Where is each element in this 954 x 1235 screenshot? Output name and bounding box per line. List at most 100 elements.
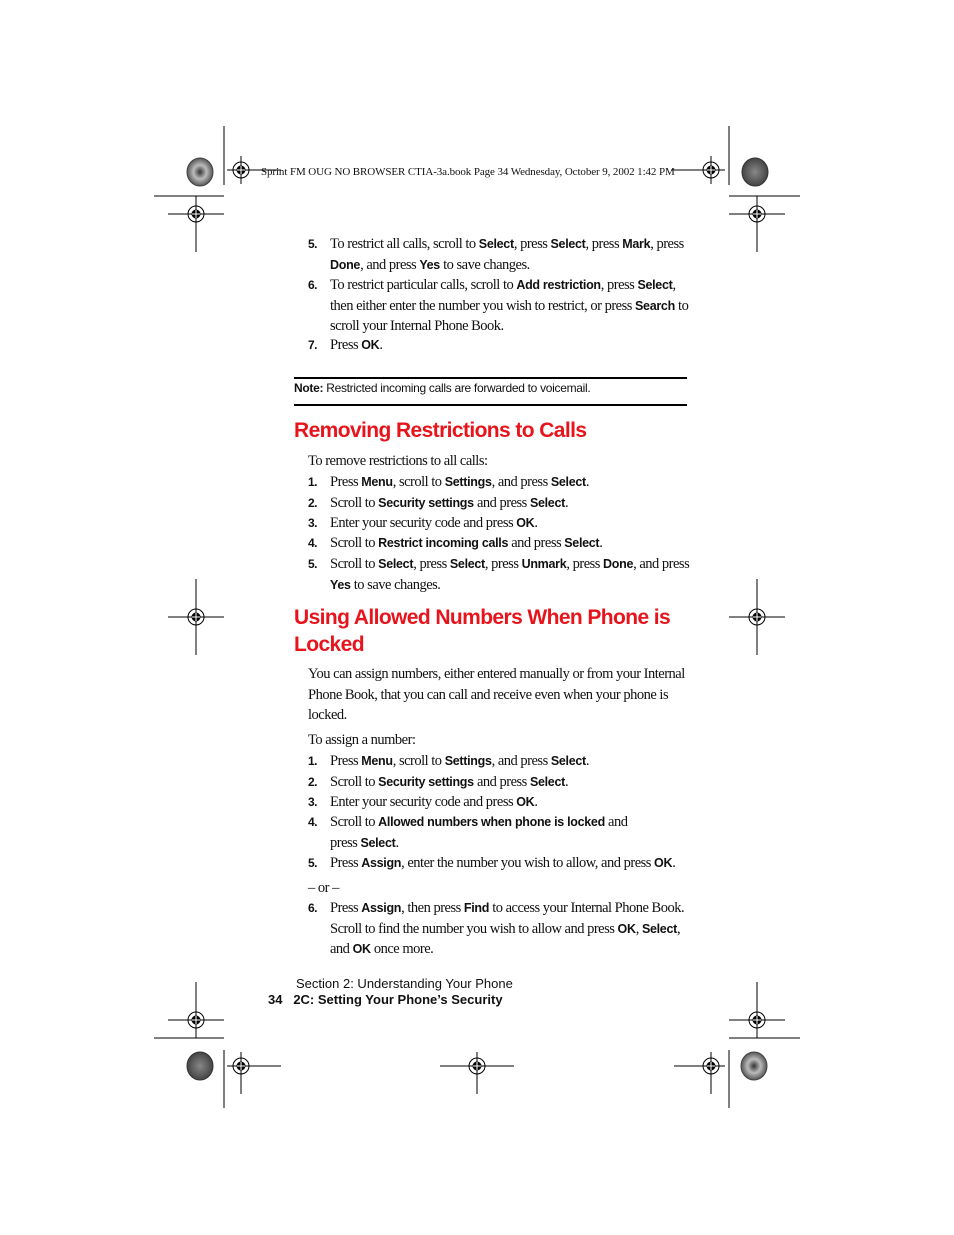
list-item: 4. Scroll to Allowed numbers when phone i… [308, 812, 648, 853]
page-number: 34 [268, 992, 283, 1007]
text-run: Enter your security code and press [330, 794, 517, 810]
list-item: 6. To restrict particular calls, scroll … [308, 275, 693, 337]
key-label: Settings [444, 475, 492, 489]
key-label: OK [361, 338, 380, 352]
text-run: , and press [633, 556, 690, 572]
step-number: 3. [308, 516, 318, 530]
step-number: 7. [308, 338, 318, 352]
text-run: . [534, 794, 538, 810]
section-intro: To assign a number: [308, 732, 416, 748]
step-text: Scroll to Security settings and press Se… [330, 493, 693, 514]
text-run: , press [650, 236, 684, 252]
text-run: once more. [370, 941, 434, 957]
text-run: , press [585, 236, 623, 252]
key-label: Assign [361, 901, 402, 915]
note-text: Restricted incoming calls are forwarded … [323, 381, 591, 395]
step-number: 4. [308, 536, 318, 550]
list-item: 5. Scroll to Select, press Select, press … [308, 554, 693, 595]
key-label: Select [550, 475, 586, 489]
list-item: 1. Press Menu, scroll to Settings, and pr… [308, 751, 693, 772]
text-run: , press [484, 556, 522, 572]
footer-chapter: 34 2C: Setting Your Phone’s Security [268, 992, 503, 1007]
key-label: Restrict incoming calls [378, 536, 509, 550]
text-run: Enter your security code and press [330, 515, 517, 531]
text-run: To restrict particular calls, scroll to [330, 277, 517, 293]
key-label: Security settings [378, 496, 474, 510]
text-run: and press [508, 535, 565, 551]
text-run: Scroll to [330, 814, 379, 830]
text-run: , and press [360, 256, 420, 273]
key-label: Select [550, 237, 586, 251]
text-run: , and press [491, 753, 551, 769]
text-run: . [599, 535, 603, 551]
text-run: and press [473, 774, 530, 790]
key-label: OK [617, 921, 636, 936]
step-text: Press Assign, then press Find to access … [330, 898, 693, 960]
key-label: Done [330, 257, 361, 272]
step-text: Enter your security code and press OK. [330, 792, 693, 813]
step-text: Scroll to Restrict incoming calls and pr… [330, 533, 693, 554]
key-label: OK [654, 856, 673, 870]
text-run: , press [566, 556, 604, 572]
key-label: Select [641, 921, 677, 936]
text-run: , press [600, 277, 638, 293]
list-item: 1. Press Menu, scroll to Settings, and pr… [308, 472, 693, 493]
step-number: 3. [308, 795, 318, 809]
text-run: . [585, 474, 590, 490]
text-run: , then press [401, 900, 464, 916]
text-run: , scroll to [392, 474, 445, 490]
key-label: Settings [444, 754, 492, 768]
list-item: 5. To restrict all calls, scroll to Sele… [308, 234, 693, 275]
registration-disc [186, 157, 214, 187]
note-box: Note: Restricted incoming calls are forw… [294, 377, 687, 406]
text-run: Press [330, 753, 362, 769]
text-run: to save changes. [439, 256, 530, 273]
text-run: Scroll to [330, 556, 379, 572]
key-label: Done [603, 557, 634, 571]
key-label: Select [378, 557, 414, 571]
key-label: Search [635, 298, 675, 313]
or-separator: – or – [308, 880, 339, 896]
key-label: Select [449, 557, 485, 571]
section-intro: To remove restrictions to all calls: [308, 453, 488, 469]
key-label: Find [463, 901, 490, 915]
step-number: 5. [308, 237, 318, 251]
step-text: To restrict all calls, scroll to Select,… [330, 234, 693, 275]
step-text: Scroll to Allowed numbers when phone is … [330, 812, 648, 853]
text-run: . [395, 834, 399, 851]
key-label: Select [360, 835, 396, 850]
key-label: Menu [361, 754, 393, 768]
list-item: 7. Press OK. [308, 335, 693, 356]
list-item: 2. Scroll to Security settings and press … [308, 772, 693, 793]
text-run: Scroll to [330, 774, 379, 790]
text-run: Press [330, 900, 362, 916]
step-text: To restrict particular calls, scroll to … [330, 275, 693, 337]
step-number: 6. [308, 278, 318, 292]
key-label: Select [550, 754, 586, 768]
text-run: Press [330, 474, 362, 490]
text-run: Scroll to [330, 535, 379, 551]
step-number: 2. [308, 775, 318, 789]
key-label: Select [529, 775, 565, 789]
key-label: Assign [361, 856, 402, 870]
list-item: 2. Scroll to Security settings and press … [308, 493, 693, 514]
key-label: Allowed numbers when phone is locked [378, 815, 605, 829]
section-intro: You can assign numbers, either entered m… [308, 666, 685, 723]
key-label: Select [637, 278, 673, 292]
list-item: 3. Enter your security code and press OK. [308, 792, 693, 813]
key-label: Mark [622, 237, 651, 251]
key-label: Select [564, 536, 600, 550]
key-label: Security settings [378, 775, 474, 789]
step-text: Press Assign, enter the number you wish … [330, 853, 693, 874]
text-run: and press [473, 495, 530, 511]
step-number: 6. [308, 901, 318, 915]
key-label: Add restriction [516, 278, 601, 292]
text-run: Press [330, 855, 362, 871]
key-label: Unmark [521, 557, 567, 571]
key-label: Yes [419, 257, 440, 272]
key-label: OK [516, 795, 535, 809]
step-number: 1. [308, 475, 318, 489]
key-label: Menu [361, 475, 393, 489]
footer-section: Section 2: Understanding Your Phone [296, 976, 513, 991]
step-text: Press Menu, scroll to Settings, and pres… [330, 472, 693, 493]
